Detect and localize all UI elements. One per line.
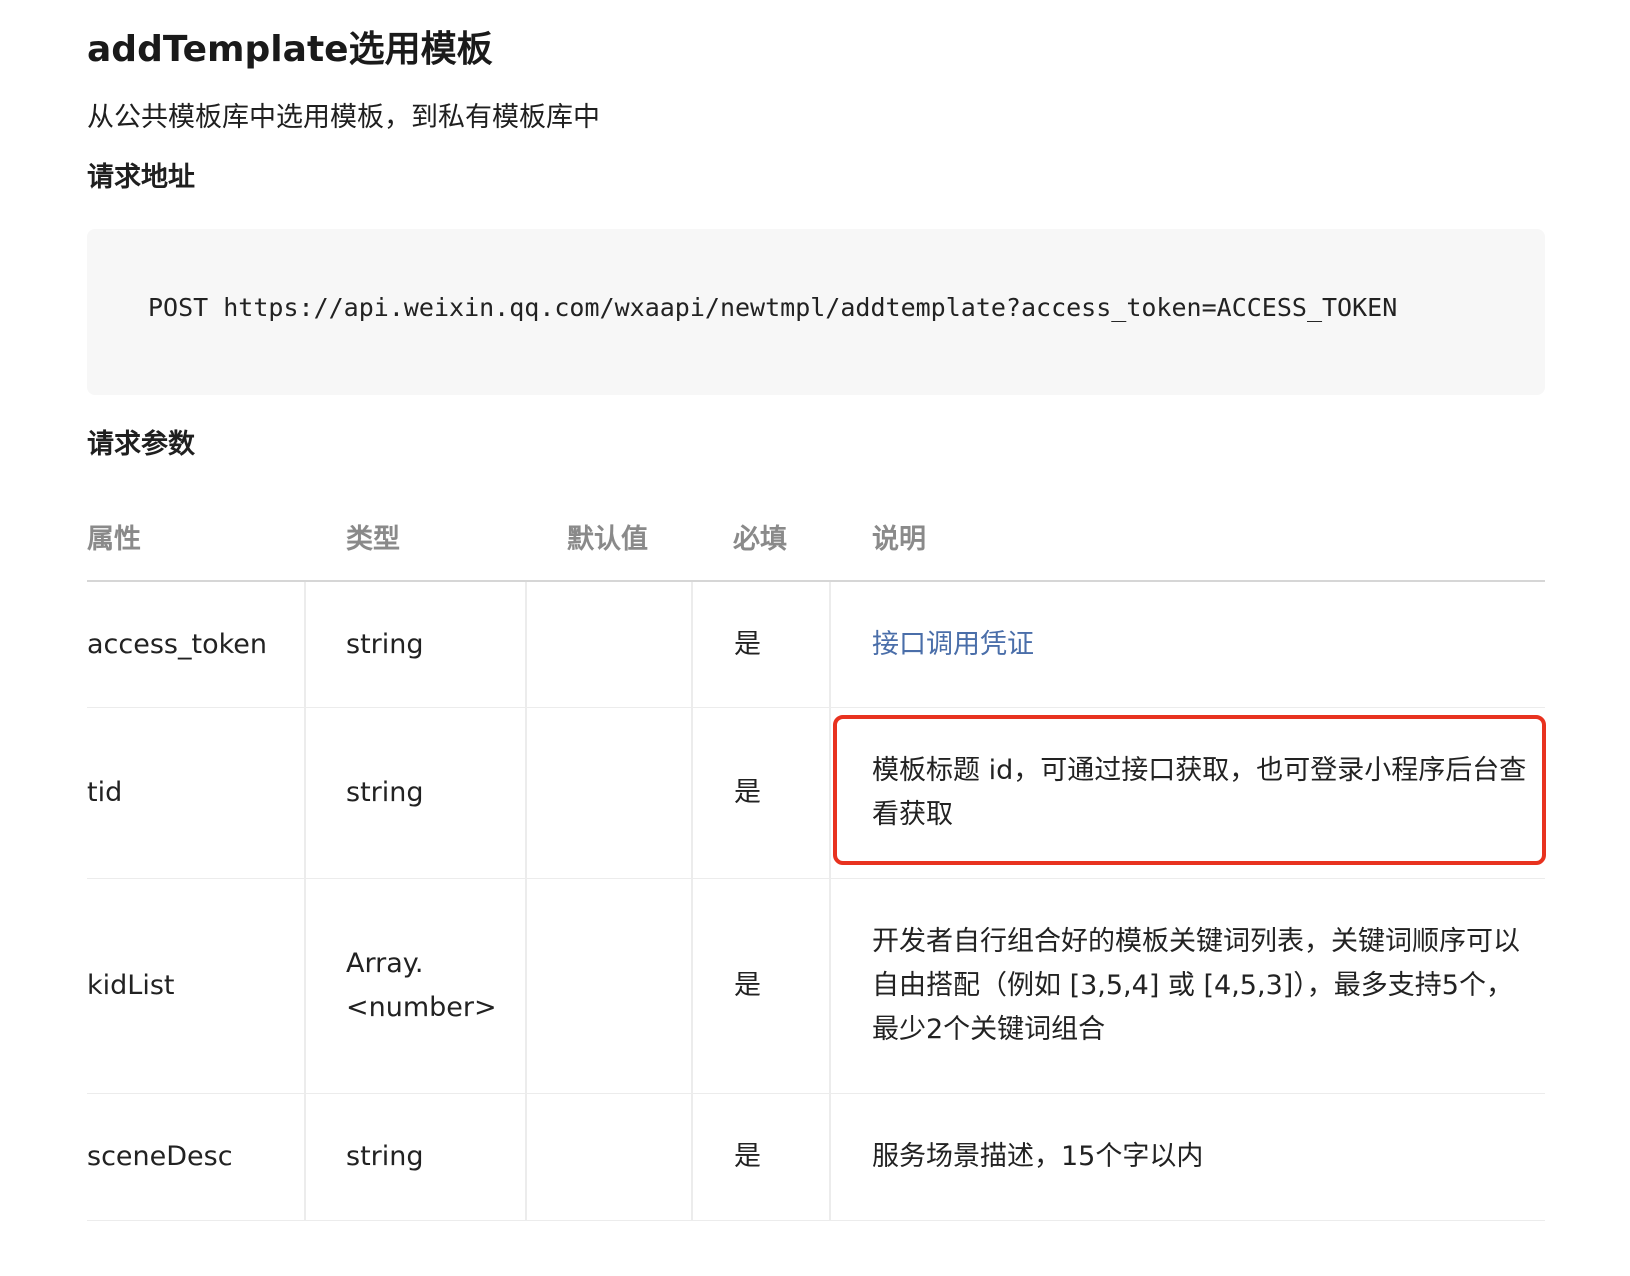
param-name: kidList bbox=[87, 970, 175, 1001]
params-table: 属性 类型 默认值 必填 说明 access_token string 是 接口… bbox=[87, 500, 1546, 1221]
access-token-doc-link[interactable]: 接口调用凭证 bbox=[872, 623, 1034, 667]
request-address-heading: 请求地址 bbox=[87, 162, 195, 193]
param-description: 模板标题 id，可通过接口获取，也可登录小程序后台查看获取 bbox=[872, 755, 1527, 830]
param-name: access_token bbox=[87, 628, 267, 660]
table-row: sceneDesc string 是 服务场景描述，15个字以内 bbox=[87, 1094, 1545, 1221]
param-description: 开发者自行组合好的模板关键词列表，关键词顺序可以自由搭配（例如 [3,5,4] … bbox=[872, 926, 1520, 1045]
param-description: 服务场景描述，15个字以内 bbox=[872, 1141, 1204, 1172]
param-name: tid bbox=[87, 777, 123, 808]
param-type: string bbox=[346, 628, 424, 660]
param-type: Array. <number> bbox=[346, 948, 497, 1023]
param-name: sceneDesc bbox=[87, 1141, 233, 1172]
request-url-code[interactable]: POST https://api.weixin.qq.com/wxaapi/ne… bbox=[148, 288, 1397, 328]
param-type: string bbox=[346, 777, 424, 808]
table-row: access_token string 是 接口调用凭证 bbox=[87, 582, 1545, 708]
column-header-description: 说明 bbox=[872, 524, 926, 555]
param-required: 是 bbox=[734, 970, 761, 1001]
param-required: 是 bbox=[734, 1141, 761, 1172]
table-header-row: 属性 类型 默认值 必填 说明 bbox=[87, 500, 1545, 582]
table-row: tid string 是 模板标题 id，可通过接口获取，也可登录小程序后台查看… bbox=[87, 708, 1546, 879]
api-title: addTemplate选用模板 bbox=[87, 29, 493, 70]
request-params-heading: 请求参数 bbox=[87, 429, 195, 460]
param-type: string bbox=[346, 1141, 424, 1172]
param-description-cell: 接口调用凭证 bbox=[830, 582, 1545, 707]
column-header-default: 默认值 bbox=[567, 524, 648, 555]
param-default bbox=[526, 582, 692, 707]
param-type-cell: Array. <number> bbox=[305, 879, 526, 1093]
param-required: 是 bbox=[734, 777, 761, 808]
param-default bbox=[526, 1094, 692, 1220]
param-default bbox=[526, 879, 692, 1093]
table-row: kidList Array. <number> 是 开发者自行组合好的模板关键词… bbox=[87, 879, 1545, 1094]
param-default bbox=[526, 708, 692, 878]
api-description: 从公共模板库中选用模板，到私有模板库中 bbox=[87, 102, 600, 133]
column-header-type: 类型 bbox=[346, 524, 400, 555]
param-required: 是 bbox=[734, 628, 761, 660]
code-block: POST https://api.weixin.qq.com/wxaapi/ne… bbox=[87, 229, 1545, 395]
column-header-required: 必填 bbox=[733, 524, 787, 555]
column-header-attribute: 属性 bbox=[87, 524, 141, 555]
